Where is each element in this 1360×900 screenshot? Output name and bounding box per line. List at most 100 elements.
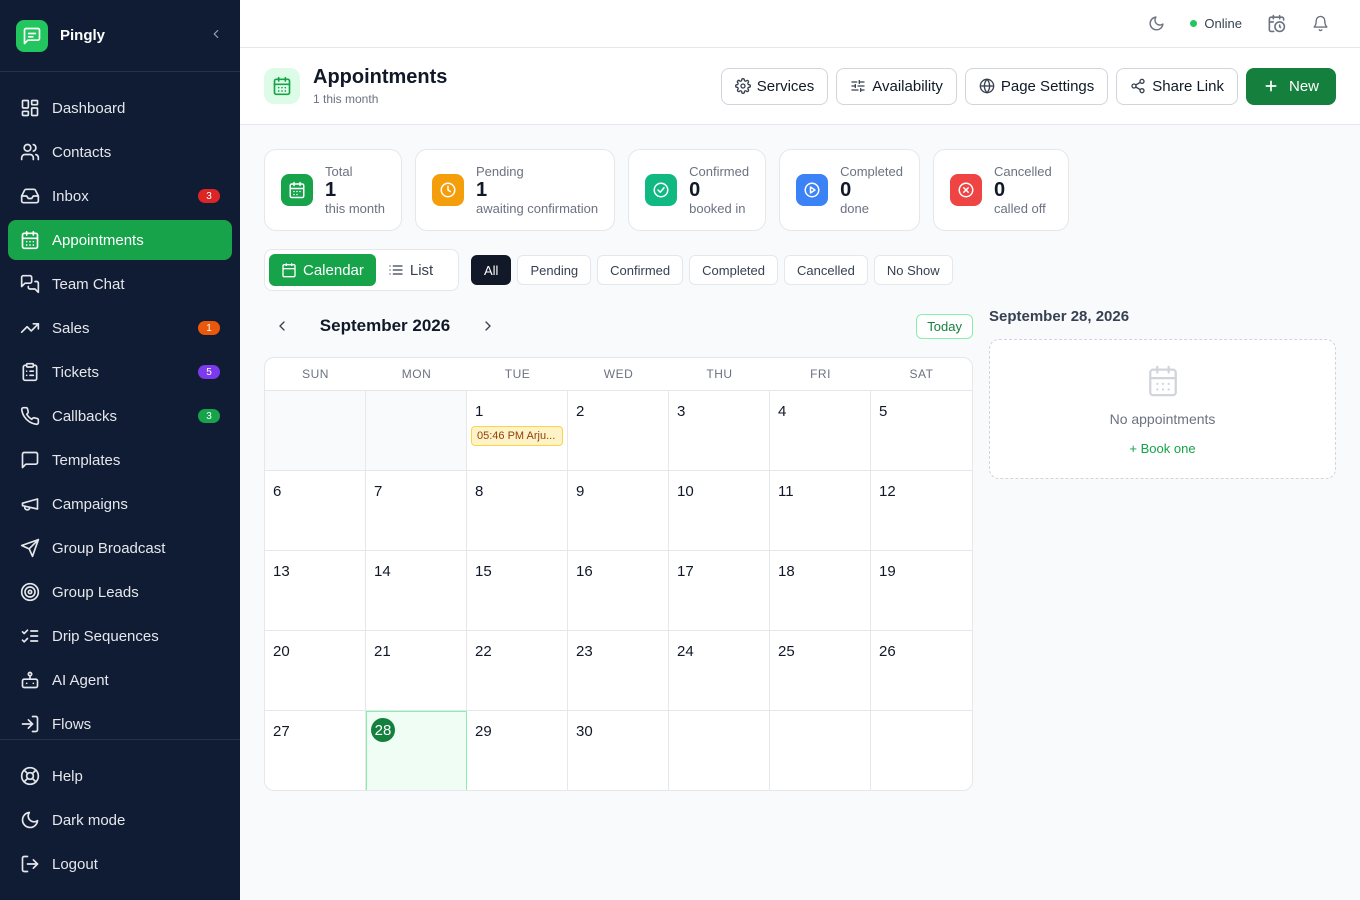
sidebar-item-label: Team Chat xyxy=(52,275,125,293)
filter-cancelled[interactable]: Cancelled xyxy=(784,255,868,285)
sidebar-item-campaigns[interactable]: Campaigns xyxy=(8,484,232,524)
calendar-day-cell[interactable]: 23 xyxy=(568,631,669,711)
sidebar-item-label: Flows xyxy=(52,715,92,733)
calendar-day-cell[interactable]: 5 xyxy=(871,391,972,471)
sidebar-item-dashboard[interactable]: Dashboard xyxy=(8,88,232,128)
day-appointments-panel: No appointments + Book one xyxy=(989,339,1336,479)
globe-icon xyxy=(979,78,995,94)
calendar-day-cell[interactable]: 11 xyxy=(770,471,871,551)
stat-card-total[interactable]: Total 1 this month xyxy=(264,149,402,231)
sidebar-item-logout[interactable]: Logout xyxy=(8,844,232,884)
sidebar-item-ai-agent[interactable]: AI Agent xyxy=(8,660,232,700)
sidebar-item-drip-sequences[interactable]: Drip Sequences xyxy=(8,616,232,656)
calendar-day-cell[interactable]: 1 05:46 PM Arju... xyxy=(467,391,568,471)
calendar-days: 1 05:46 PM Arju... 2 3 4 5 6 7 8 9 10 11 12 13 14 15 16 1… xyxy=(265,391,972,790)
calendar-view-button[interactable]: Calendar xyxy=(269,254,376,286)
day-number: 21 xyxy=(374,642,391,660)
stat-value: 1 xyxy=(475,179,488,201)
calendar-day-cell[interactable]: 21 xyxy=(366,631,467,711)
sidebar-item-team-chat[interactable]: Team Chat xyxy=(8,264,232,304)
inbox-icon xyxy=(20,186,40,206)
page-settings-button[interactable]: Page Settings xyxy=(964,67,1109,105)
calendar-day-cell[interactable]: 3 xyxy=(669,391,770,471)
day-number: 10 xyxy=(677,482,694,500)
sidebar-item-templates[interactable]: Templates xyxy=(8,440,232,480)
moon-icon[interactable] xyxy=(1146,14,1166,34)
day-number: 28 xyxy=(371,718,395,742)
list-view-button[interactable]: List xyxy=(376,254,445,286)
appointments-calendar-icon xyxy=(264,68,300,104)
calendar-day-cell[interactable]: 4 xyxy=(770,391,871,471)
calendar-day-cell[interactable]: 10 xyxy=(669,471,770,551)
sidebar-item-group-leads[interactable]: Group Leads xyxy=(8,572,232,612)
sidebar-item-tickets[interactable]: Tickets 5 xyxy=(8,352,232,392)
calendar-day-cell[interactable]: 28 xyxy=(366,711,467,790)
bell-icon[interactable] xyxy=(1310,14,1330,34)
collapse-sidebar-icon[interactable] xyxy=(208,27,224,44)
next-month-chevron-right-icon[interactable] xyxy=(470,308,506,344)
calendar-day-cell[interactable]: 12 xyxy=(871,471,972,551)
day-number: 27 xyxy=(273,722,290,740)
calendar-day-cell[interactable]: 15 xyxy=(467,551,568,631)
logout-icon xyxy=(20,854,40,874)
calendar-day-cell[interactable]: 17 xyxy=(669,551,770,631)
calendar-day-cell[interactable]: 27 xyxy=(265,711,366,790)
today-button[interactable]: Today xyxy=(916,313,973,339)
sidebar-item-contacts[interactable]: Contacts xyxy=(8,132,232,172)
clock-icon xyxy=(431,174,464,206)
sidebar-nav: Dashboard Contacts Inbox 3 Appointments T… xyxy=(0,72,240,744)
calendar-day-cell[interactable]: 14 xyxy=(366,551,467,631)
day-number: 15 xyxy=(475,562,492,580)
calendar-day-cell[interactable]: 6 xyxy=(265,471,366,551)
calendar-day-cell[interactable]: 8 xyxy=(467,471,568,551)
calendar-day-cell[interactable]: 18 xyxy=(770,551,871,631)
calendar-day-cell[interactable]: 16 xyxy=(568,551,669,631)
filter-all[interactable]: All xyxy=(471,255,512,285)
calendar-day-cell[interactable]: 30 xyxy=(568,711,669,790)
sidebar-item-sales[interactable]: Sales 1 xyxy=(8,308,232,348)
sidebar-item-callbacks[interactable]: Callbacks 3 xyxy=(8,396,232,436)
filter-no-show[interactable]: No Show xyxy=(873,255,953,285)
calendar-day-cell[interactable]: 7 xyxy=(366,471,467,551)
prev-month-chevron-left-icon[interactable] xyxy=(264,308,300,344)
sidebar-item-group-broadcast[interactable]: Group Broadcast xyxy=(8,528,232,568)
online-status[interactable]: Online xyxy=(1190,16,1242,31)
stat-card-confirmed[interactable]: Confirmed 0 booked in xyxy=(628,149,767,231)
appointment-chip[interactable]: 05:46 PM Arju... xyxy=(471,426,563,446)
calendar-day-cell[interactable]: 24 xyxy=(669,631,770,711)
day-number: 18 xyxy=(778,562,795,580)
filter-completed[interactable]: Completed xyxy=(689,255,779,285)
sidebar-item-flows[interactable]: Flows xyxy=(8,704,232,744)
stat-card-pending[interactable]: Pending 1 awaiting confirmation xyxy=(414,149,616,231)
calendar-icon xyxy=(281,174,313,206)
calendar-day-cell[interactable]: 25 xyxy=(770,631,871,711)
weekday-label: MON xyxy=(401,367,432,381)
sidebar-item-help[interactable]: Help xyxy=(8,756,232,796)
share-link-button[interactable]: Share Link xyxy=(1116,67,1238,105)
trend-icon xyxy=(20,318,40,338)
stat-card-cancelled[interactable]: Cancelled 0 called off xyxy=(932,149,1069,231)
sidebar-item-inbox[interactable]: Inbox 3 xyxy=(8,176,232,216)
book-one-link[interactable]: + Book one xyxy=(1129,441,1195,456)
list-icon xyxy=(389,265,403,275)
filter-pending[interactable]: Pending xyxy=(517,255,592,285)
calendar-day-cell[interactable]: 20 xyxy=(265,631,366,711)
calendar-day-cell[interactable]: 2 xyxy=(568,391,669,471)
calendar-day-cell[interactable]: 26 xyxy=(871,631,972,711)
calendar-day-cell[interactable]: 19 xyxy=(871,551,972,631)
calendar-day-cell[interactable]: 29 xyxy=(467,711,568,790)
calendar-day-cell[interactable]: 22 xyxy=(467,631,568,711)
new-appointment-button[interactable]: New xyxy=(1245,67,1336,105)
calendar-clock-icon[interactable] xyxy=(1266,14,1286,34)
stats-row: Total 1 this month Pending 1 awaiting co… xyxy=(264,149,1069,231)
calendar-day-cell[interactable]: 9 xyxy=(568,471,669,551)
stat-card-completed[interactable]: Completed 0 done xyxy=(779,149,920,231)
calendar-day-cell[interactable]: 13 xyxy=(265,551,366,631)
view-toggle: Calendar List xyxy=(264,249,459,291)
services-button[interactable]: Services xyxy=(720,67,829,105)
filter-confirmed[interactable]: Confirmed xyxy=(597,255,684,285)
sidebar-item-dark-mode[interactable]: Dark mode xyxy=(8,800,232,840)
availability-button[interactable]: Availability xyxy=(836,67,957,105)
sidebar-item-appointments[interactable]: Appointments xyxy=(8,220,232,260)
day-number: 4 xyxy=(778,402,787,420)
